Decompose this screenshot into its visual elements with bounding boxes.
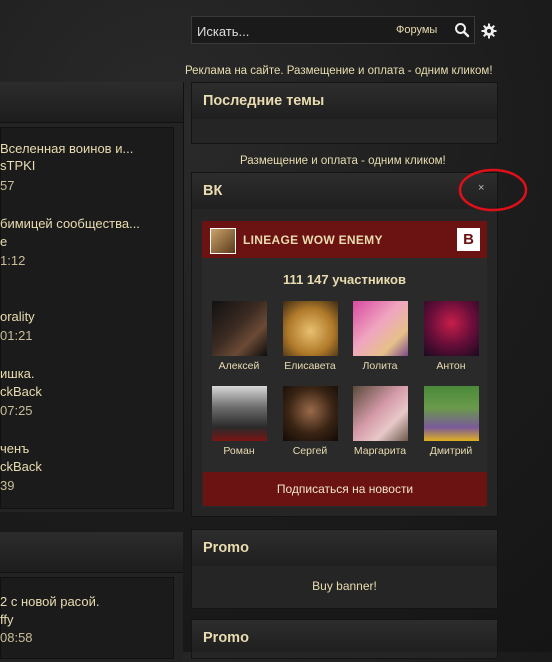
topic-author[interactable]: sTPKI (0, 158, 35, 173)
promo-header: Promo (192, 530, 497, 566)
member-photo (352, 301, 408, 356)
member-name: Роман (223, 445, 255, 457)
member-photo (282, 301, 338, 356)
subscribe-button[interactable]: Подписаться на новости (203, 472, 487, 506)
annotation-ellipse (458, 168, 528, 212)
left-panel-header (0, 82, 183, 123)
member-name: Елисавета (284, 360, 336, 372)
member-card[interactable]: Сергей (280, 386, 340, 457)
member-card[interactable]: Алексей (209, 301, 269, 372)
topic-title[interactable]: ишка. (0, 366, 35, 381)
left-panel-2-header (0, 532, 183, 573)
member-photo (423, 386, 479, 441)
topic-title[interactable]: бимицей сообщества... (0, 216, 140, 231)
topic-time: 57 (0, 178, 15, 193)
topic-title[interactable]: Вселенная воинов и... (0, 141, 133, 156)
search-scope-select[interactable]: Форумы (396, 24, 437, 36)
member-photo (423, 301, 479, 356)
ad-link[interactable]: Реклама на сайте. Размещение и оплата - … (185, 65, 493, 77)
member-photo (211, 301, 267, 356)
buy-banner-link[interactable]: Buy banner! (191, 579, 498, 593)
topic-time: 1:12 (0, 253, 26, 268)
topic-time: 07:25 (0, 403, 33, 418)
member-photo (211, 386, 267, 441)
member-card[interactable]: Дмитрий (421, 386, 481, 457)
member-photo (352, 386, 408, 441)
topic-title[interactable]: ченъ (0, 441, 29, 456)
member-name: Лолита (362, 360, 398, 372)
topic-author[interactable]: ckBack (0, 459, 42, 474)
latest-topics-header: Последние темы (192, 83, 497, 119)
topic-author[interactable]: ckBack (0, 384, 42, 399)
topic-time: 39 (0, 478, 15, 493)
member-name: Сергей (292, 445, 328, 457)
member-card[interactable]: Лолита (350, 301, 410, 372)
member-photo (282, 386, 338, 441)
group-name[interactable]: LINEAGE WOW ENEMY (243, 233, 383, 247)
topic-title[interactable]: 2 с новой расой. (0, 594, 99, 609)
vk-block-header: ВК (192, 173, 497, 209)
left-topic-list-2 (0, 577, 174, 659)
group-avatar[interactable] (210, 228, 236, 254)
topic-author[interactable]: orality (0, 309, 35, 324)
search-icon[interactable] (454, 22, 470, 38)
member-card[interactable]: Елисавета (280, 301, 340, 372)
member-name: Дмитрий (429, 445, 473, 457)
topic-author[interactable]: е (0, 234, 7, 249)
topic-time: 08:58 (0, 630, 33, 645)
vk-logo-icon[interactable]: B (457, 228, 480, 251)
gear-icon[interactable] (481, 23, 497, 39)
topic-author[interactable]: ffy (0, 612, 14, 627)
member-card[interactable]: Маргарита (350, 386, 410, 457)
member-name: Алексей (218, 360, 260, 372)
member-name: Антон (436, 360, 466, 372)
member-card[interactable]: Антон (421, 301, 481, 372)
topic-time: 01:21 (0, 328, 33, 343)
members-count: 111 147 участников (283, 272, 406, 287)
member-name: Маргарита (353, 445, 407, 457)
search-input[interactable] (195, 18, 379, 44)
member-card[interactable]: Роман (209, 386, 269, 457)
promo-header-2: Promo (192, 620, 497, 652)
ad-link[interactable]: Размещение и оплата - одним кликом! (240, 155, 446, 167)
